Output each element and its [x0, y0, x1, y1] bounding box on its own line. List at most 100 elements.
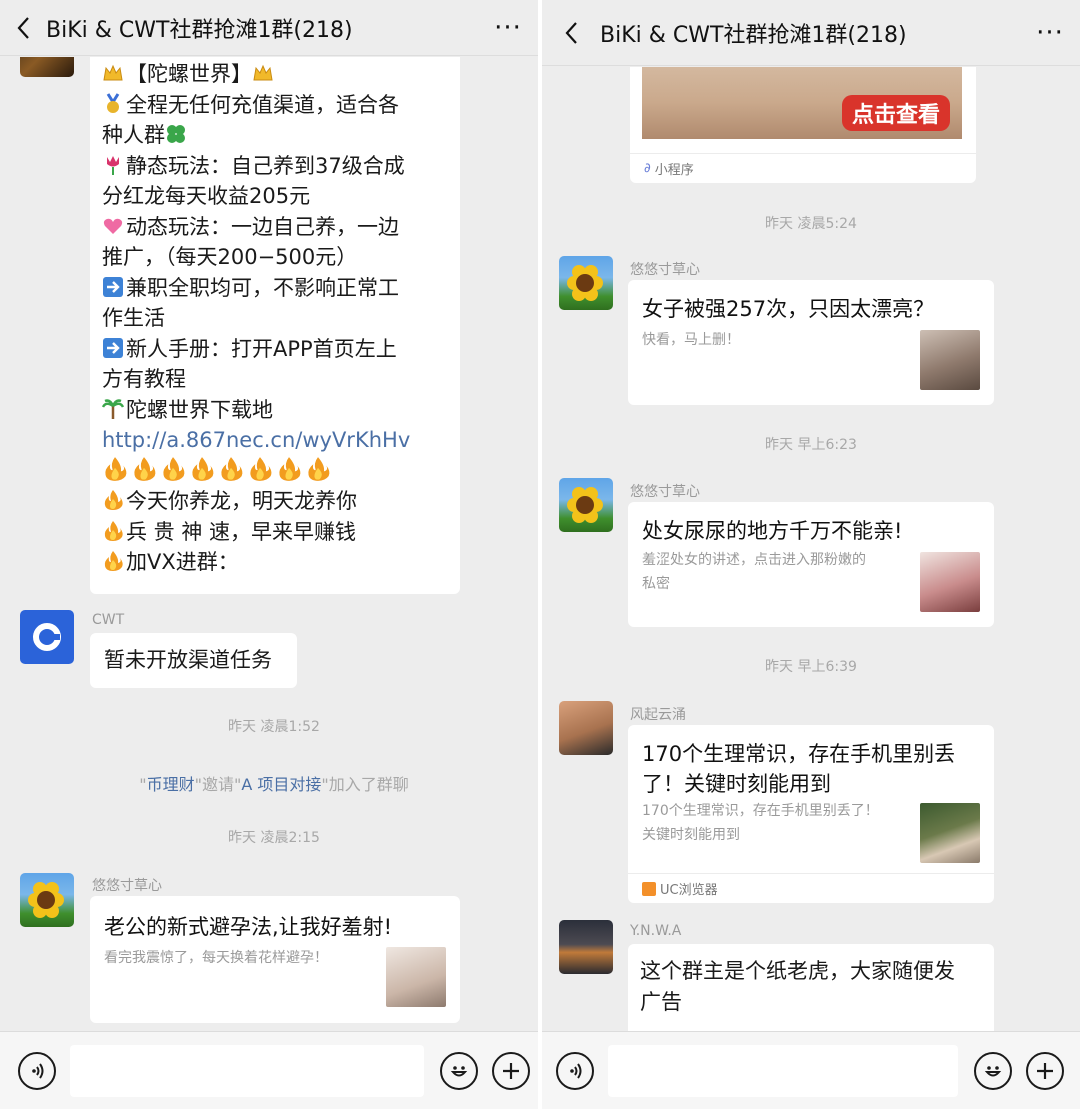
mini-program-footer: ∂ 小程序	[630, 153, 976, 183]
promo-line: 种人群	[102, 120, 460, 151]
right-chat-screen: BiKi & CWT社群抢滩1群(218) ··· 点击查看 ∂ 小程序 昨天 …	[542, 0, 1080, 1109]
emoji-icon	[450, 1066, 468, 1077]
card-description: 看完我震惊了，每天换着花样避孕！	[104, 950, 328, 966]
promo-line: 动态玩法：一边自己养，一边	[102, 212, 460, 243]
promo-line: 方有教程	[102, 367, 186, 391]
card-title: 处女尿尿的地方千万不能亲!	[642, 519, 903, 543]
message-list[interactable]: 点击查看 ∂ 小程序 昨天 凌晨5:24 悠悠寸草心 女子被强257次，只因太漂…	[542, 67, 1080, 1031]
right-title-bar: BiKi & CWT社群抢滩1群(218) ···	[542, 0, 1080, 66]
sunflower-image	[567, 487, 603, 523]
message-list[interactable]: 【陀螺世界】 全程无任何充值渠道，适合各 种人群 静态玩法：自己养到37级合成 …	[0, 57, 538, 1031]
sender-name: CWT	[92, 612, 125, 628]
link-card-bubble[interactable]: 女子被强257次，只因太漂亮？ 快看，马上删！	[628, 280, 994, 405]
chat-title: BiKi & CWT社群抢滩1群(218)	[600, 22, 907, 48]
cwt-avatar[interactable]	[20, 610, 74, 664]
mini-program-image: 点击查看	[642, 67, 962, 139]
promo-line: 分红龙每天收益205元	[102, 184, 311, 208]
palm-icon	[102, 398, 124, 420]
link-card-bubble[interactable]: 170个生理常识，存在手机里别丢 了！关键时刻能用到 170个生理常识，存在手机…	[628, 725, 994, 903]
card-thumbnail	[386, 947, 446, 1007]
flame-icon	[218, 456, 244, 482]
back-button[interactable]	[542, 21, 600, 45]
left-chat-screen: BiKi & CWT社群抢滩1群(218) ··· 【陀螺世界】 全程无任何充值…	[0, 0, 538, 1109]
plus-button[interactable]	[492, 1052, 530, 1090]
timestamp: 昨天 凌晨2:15	[228, 830, 320, 846]
flame-icon	[102, 550, 124, 572]
timestamp: 昨天 凌晨1:52	[228, 719, 320, 735]
back-chevron-icon	[565, 21, 577, 44]
mini-program-card[interactable]: 点击查看 ∂ 小程序	[630, 67, 976, 183]
avatar[interactable]	[20, 57, 74, 77]
flame-icon	[247, 456, 273, 482]
plus-icon	[1037, 1063, 1053, 1079]
promo-line: 新人手册：打开APP首页左上	[102, 334, 460, 365]
text-message-bubble[interactable]: 这个群主是个纸老虎，大家随便发 广告	[628, 944, 994, 1031]
voice-icon	[32, 1063, 44, 1079]
medal-icon	[102, 92, 124, 115]
view-button[interactable]: 点击查看	[842, 95, 951, 131]
link-card-bubble[interactable]: 处女尿尿的地方千万不能亲! 羞涩处女的讲述，点击进入那粉嫩的 私密	[628, 502, 994, 627]
promo-line: 静态玩法：自己养到37级合成	[102, 151, 460, 182]
back-chevron-icon	[17, 16, 29, 39]
arrow-right-icon	[102, 276, 124, 298]
voice-icon	[570, 1063, 582, 1079]
card-title: 老公的新式避孕法,让我好羞射!	[104, 915, 393, 939]
avatar[interactable]	[559, 256, 613, 310]
sender-name: Y.N.W.A	[630, 923, 682, 939]
avatar[interactable]	[559, 701, 613, 755]
download-link[interactable]: http://a.867nec.cn/wyVrKhHv	[102, 425, 460, 456]
crown-icon	[252, 62, 274, 84]
voice-button[interactable]	[556, 1052, 594, 1090]
card-thumbnail	[920, 552, 980, 612]
promo-line: 全程无任何充值渠道，适合各	[102, 90, 460, 121]
timestamp: 昨天 凌晨5:24	[765, 216, 857, 232]
more-icon[interactable]: ···	[1020, 20, 1080, 46]
flame-icon	[102, 489, 124, 511]
flame-icon	[276, 456, 302, 482]
avatar[interactable]	[559, 920, 613, 974]
flame-icon	[189, 456, 215, 482]
invitee-link[interactable]: A 项目对接	[241, 775, 321, 794]
voice-button[interactable]	[18, 1052, 56, 1090]
heart-icon	[102, 215, 124, 237]
more-icon[interactable]: ···	[478, 15, 538, 41]
flame-icon	[131, 456, 157, 482]
chat-title: BiKi & CWT社群抢滩1群(218)	[46, 17, 353, 43]
arrow-right-icon	[102, 337, 124, 359]
avatar[interactable]	[559, 478, 613, 532]
emoji-button[interactable]	[440, 1052, 478, 1090]
card-description: 170个生理常识，存在手机里别丢了！ 关键时刻能用到	[642, 803, 879, 843]
sender-name: 悠悠寸草心	[630, 484, 700, 500]
mini-program-icon: ∂	[644, 161, 651, 176]
cwt-message-bubble[interactable]: 暂未开放渠道任务	[90, 633, 297, 688]
plus-button[interactable]	[1026, 1052, 1064, 1090]
message-input[interactable]	[608, 1045, 958, 1097]
input-bar	[0, 1031, 538, 1109]
promo-line: 加VX进群：	[102, 547, 460, 578]
sunflower-image	[28, 882, 64, 918]
promo-line: 兵 贵 神 速，早来早赚钱	[102, 517, 460, 548]
back-button[interactable]	[0, 16, 46, 40]
sender-name: 风起云涌	[630, 707, 686, 723]
promo-line: 【陀螺世界】	[102, 59, 460, 90]
flame-row	[102, 456, 460, 487]
promo-line: 推广，（每天200−500元）	[102, 245, 358, 269]
flame-icon	[160, 456, 186, 482]
flame-icon	[102, 520, 124, 542]
link-card-bubble[interactable]: 老公的新式避孕法,让我好羞射! 看完我震惊了，每天换着花样避孕！	[90, 896, 460, 1023]
emoji-button[interactable]	[974, 1052, 1012, 1090]
source-footer: UC浏览器	[628, 873, 994, 903]
card-description: 羞涩处女的讲述，点击进入那粉嫩的 私密	[642, 552, 866, 592]
card-title: 170个生理常识，存在手机里别丢 了！关键时刻能用到	[642, 742, 956, 796]
message-text: 广告	[640, 989, 682, 1014]
inviter-link[interactable]: 币理财	[147, 775, 195, 794]
promo-line: 作生活	[102, 306, 165, 330]
message-text: 暂未开放渠道任务	[104, 648, 272, 672]
avatar[interactable]	[20, 873, 74, 927]
message-input[interactable]	[70, 1045, 424, 1097]
message-text: 这个群主是个纸老虎，大家随便发	[640, 959, 955, 983]
flame-icon	[305, 456, 331, 482]
sunflower-image	[567, 265, 603, 301]
promo-message-bubble[interactable]: 【陀螺世界】 全程无任何充值渠道，适合各 种人群 静态玩法：自己养到37级合成 …	[90, 57, 460, 594]
plus-icon	[503, 1063, 519, 1079]
